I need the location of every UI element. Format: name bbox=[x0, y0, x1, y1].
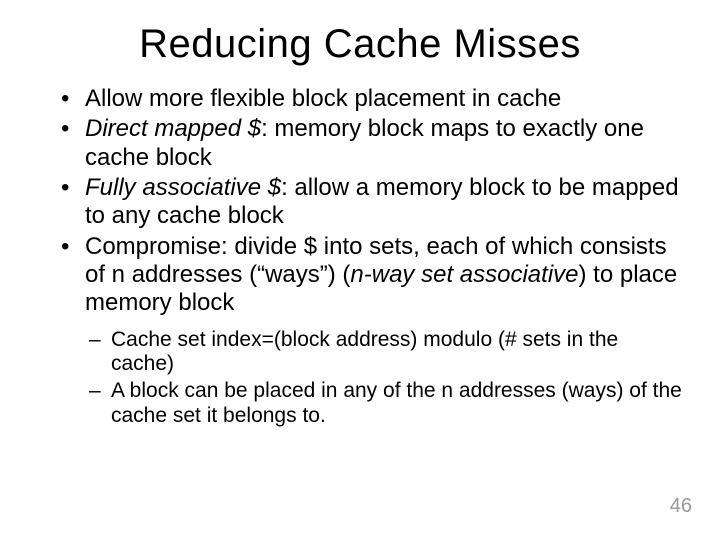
sub-bullet-list: Cache set index=(block address) modulo (… bbox=[85, 328, 685, 429]
slide: Reducing Cache Misses Allow more flexibl… bbox=[0, 0, 720, 540]
term: Direct mapped $ bbox=[85, 115, 261, 142]
bullet-item: Direct mapped $: memory block maps to ex… bbox=[55, 115, 685, 172]
bullet-list: Allow more flexible block placement in c… bbox=[55, 85, 685, 318]
bullet-item: Fully associative $: allow a memory bloc… bbox=[55, 174, 685, 231]
page-number: 46 bbox=[670, 495, 692, 518]
sub-bullet-item: A block can be placed in any of the n ad… bbox=[85, 379, 685, 429]
term: Fully associative $ bbox=[85, 174, 281, 201]
slide-body: Allow more flexible block placement in c… bbox=[0, 85, 720, 429]
sub-bullet-item: Cache set index=(block address) modulo (… bbox=[85, 328, 685, 378]
term: n-way set associative bbox=[350, 261, 578, 288]
slide-title: Reducing Cache Misses bbox=[0, 0, 720, 77]
bullet-item: Allow more flexible block placement in c… bbox=[55, 85, 685, 113]
bullet-item: Compromise: divide $ into sets, each of … bbox=[55, 233, 685, 318]
